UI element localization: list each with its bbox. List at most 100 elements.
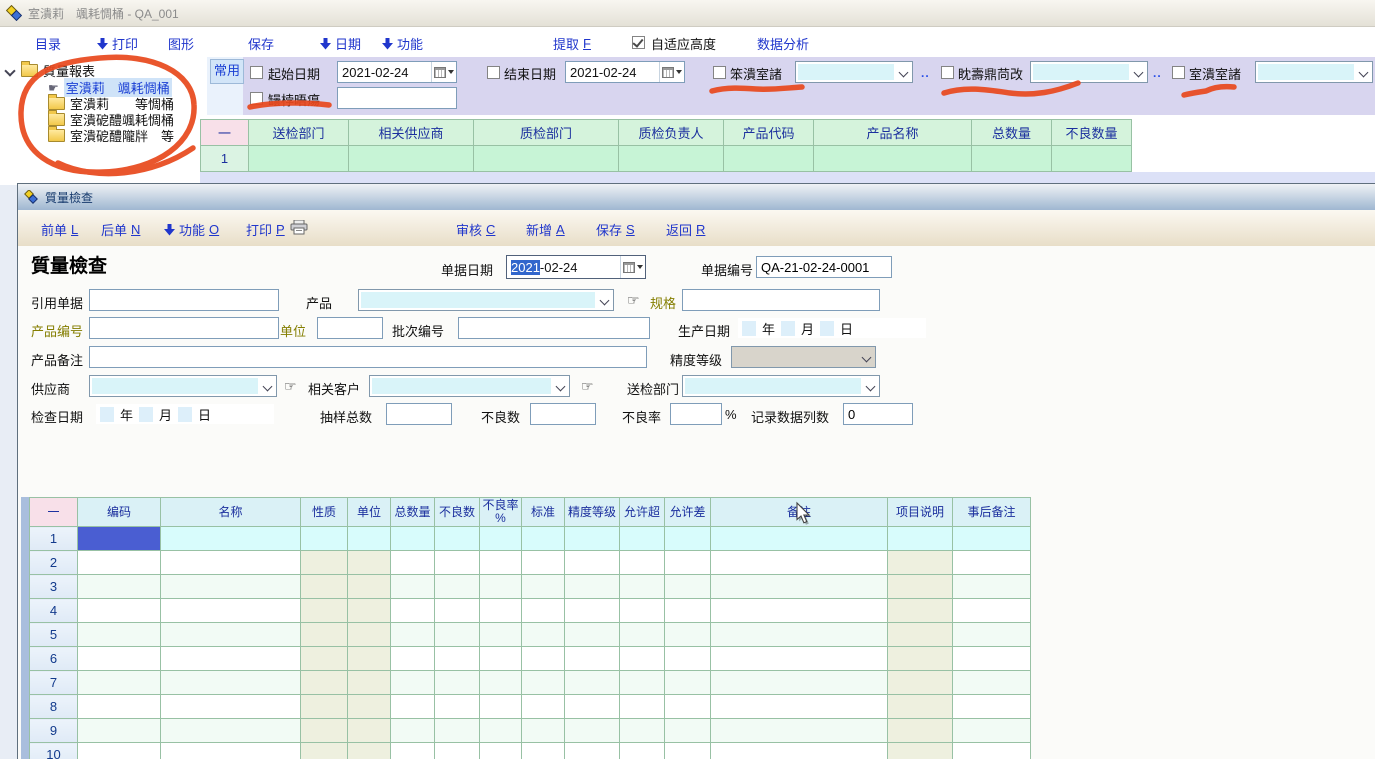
grid-cell[interactable]: [953, 527, 1031, 551]
grid-cell[interactable]: [522, 743, 565, 759]
keyword-checkbox[interactable]: [250, 92, 263, 105]
grid-cell[interactable]: [711, 671, 888, 695]
grid-cell[interactable]: [665, 599, 711, 623]
grid-cell[interactable]: [435, 599, 480, 623]
start-date-field[interactable]: 2021-02-24: [337, 61, 457, 83]
spec-input[interactable]: [682, 289, 880, 311]
grid-cell[interactable]: [888, 575, 953, 599]
product-combo[interactable]: [358, 289, 614, 311]
grid-cell[interactable]: [665, 719, 711, 743]
grid-cell[interactable]: [301, 623, 348, 647]
pointer-hand-icon[interactable]: ☞: [627, 292, 640, 309]
grid-cell[interactable]: [953, 671, 1031, 695]
adaptive-height-checkbox[interactable]: [632, 36, 645, 49]
grid-cell[interactable]: [814, 146, 972, 172]
grid-cell[interactable]: [391, 671, 435, 695]
grid-cell[interactable]: [161, 671, 301, 695]
filter-combo1-checkbox[interactable]: [713, 66, 726, 79]
grid-cell[interactable]: [711, 599, 888, 623]
grid-cell[interactable]: [620, 719, 665, 743]
grid-cell[interactable]: [161, 743, 301, 759]
grid-cell[interactable]: [348, 575, 391, 599]
grid-cell[interactable]: [78, 671, 161, 695]
grid-row-header[interactable]: 2: [30, 551, 78, 575]
grid-row-header[interactable]: 1: [30, 527, 78, 551]
grid-cell[interactable]: [78, 599, 161, 623]
grid-cell[interactable]: [888, 599, 953, 623]
grid-cell[interactable]: [665, 671, 711, 695]
grid-cell[interactable]: [391, 623, 435, 647]
grid-cell[interactable]: [480, 599, 522, 623]
pointer-hand-icon[interactable]: ☞: [284, 378, 297, 395]
dept-combo[interactable]: [682, 375, 880, 397]
next-doc-button[interactable]: 后单N: [101, 220, 140, 239]
grid-cell[interactable]: [724, 146, 814, 172]
prod-date-ymd[interactable]: 年 月 日: [738, 318, 926, 338]
precision-combo[interactable]: [731, 346, 876, 368]
grid-cell[interactable]: [620, 695, 665, 719]
grid-cell[interactable]: [711, 551, 888, 575]
filter-combo1[interactable]: [795, 61, 913, 83]
grid-cell[interactable]: [435, 671, 480, 695]
grid-cell[interactable]: [435, 551, 480, 575]
grid-cell[interactable]: [565, 575, 620, 599]
save-button[interactable]: 保存S: [596, 220, 635, 239]
customer-combo[interactable]: [369, 375, 570, 397]
grid-cell[interactable]: [888, 719, 953, 743]
grid-row-header[interactable]: 1: [201, 146, 249, 172]
grid-cell[interactable]: [620, 671, 665, 695]
grid-cell[interactable]: [435, 527, 480, 551]
grid-cell[interactable]: [522, 575, 565, 599]
grid-cell[interactable]: [711, 695, 888, 719]
grid-cell[interactable]: [161, 647, 301, 671]
menu-date[interactable]: 日期: [320, 34, 361, 53]
grid-cell[interactable]: [474, 146, 619, 172]
grid-cell[interactable]: [348, 623, 391, 647]
grid-cell[interactable]: [620, 623, 665, 647]
grid-cell[interactable]: [435, 623, 480, 647]
grid-cell[interactable]: [522, 695, 565, 719]
grid-cell[interactable]: [78, 623, 161, 647]
grid-cell[interactable]: [620, 743, 665, 759]
grid-cell[interactable]: [391, 599, 435, 623]
grid-cell[interactable]: [348, 671, 391, 695]
grid-cell[interactable]: [565, 743, 620, 759]
grid-cell[interactable]: [480, 623, 522, 647]
calendar-button[interactable]: [431, 62, 456, 82]
grid-cell[interactable]: [953, 647, 1031, 671]
grid-cell[interactable]: [711, 647, 888, 671]
back-button[interactable]: 返回R: [666, 220, 705, 239]
filter-combo3-checkbox[interactable]: [1172, 66, 1185, 79]
grid-cell[interactable]: [391, 551, 435, 575]
doc-date-field[interactable]: 2021 -02-24: [506, 255, 646, 279]
grid-row-header[interactable]: 8: [30, 695, 78, 719]
menu-catalog[interactable]: 目录: [35, 34, 61, 53]
grid-cell[interactable]: [522, 599, 565, 623]
add-button[interactable]: 新增A: [526, 220, 565, 239]
grid-cell[interactable]: [665, 527, 711, 551]
grid-cell[interactable]: [348, 647, 391, 671]
grid-cell[interactable]: [301, 671, 348, 695]
end-date-field[interactable]: 2021-02-24: [565, 61, 685, 83]
grid-cell[interactable]: [888, 743, 953, 759]
print-button[interactable]: 打印P: [246, 220, 285, 239]
menu-functions[interactable]: 功能: [382, 34, 423, 53]
grid-cell[interactable]: [391, 695, 435, 719]
grid-cell[interactable]: [620, 527, 665, 551]
grid-cell[interactable]: [522, 527, 565, 551]
grid-cell[interactable]: [480, 743, 522, 759]
grid-cell[interactable]: [391, 743, 435, 759]
grid-row-header[interactable]: 4: [30, 599, 78, 623]
grid-cell[interactable]: [565, 719, 620, 743]
grid-cell[interactable]: [301, 695, 348, 719]
grid-cell[interactable]: [301, 743, 348, 759]
grid-cell[interactable]: [522, 647, 565, 671]
printer-icon[interactable]: [290, 220, 308, 235]
start-date-checkbox[interactable]: [250, 66, 263, 79]
grid-cell[interactable]: [711, 743, 888, 759]
grid-cell[interactable]: [348, 719, 391, 743]
grid-cell[interactable]: [665, 695, 711, 719]
grid-cell[interactable]: [1052, 146, 1132, 172]
grid-cell[interactable]: [78, 551, 161, 575]
grid-cell[interactable]: [620, 599, 665, 623]
